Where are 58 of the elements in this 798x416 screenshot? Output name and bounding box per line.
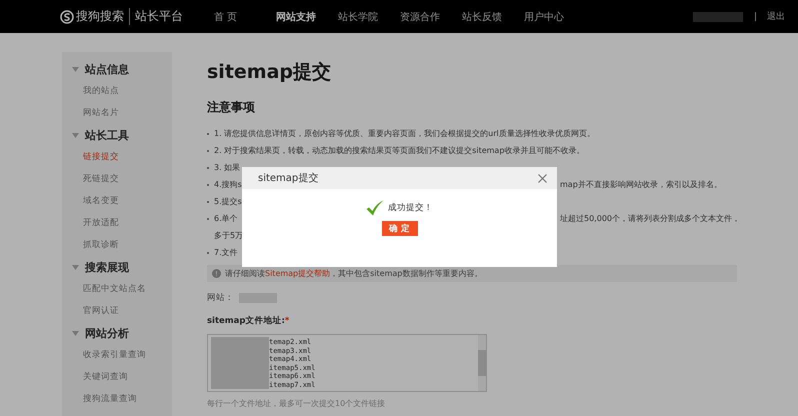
sidebar-group-title[interactable]: 站长工具 [85, 128, 129, 142]
note-text: 6.单个 [214, 213, 238, 224]
info-icon [212, 269, 221, 278]
sidebar-item[interactable]: 匹配中文站点名 [62, 278, 172, 300]
nav-tab[interactable]: 用户中心 [524, 10, 586, 24]
note-text: 1. 请您提供信息详情页，原创内容等优质、重要内容页面，我们会根据提交的url质量选择性收录优质网页。 [214, 128, 595, 139]
sidebar-group-title[interactable]: 站点信息 [85, 62, 129, 76]
sidebar-item[interactable]: 我的站点 [62, 80, 172, 102]
confirm-button[interactable]: 确 定 [382, 221, 418, 236]
notice-text: 请仔细阅读Sitemap提交帮助，其中包含sitemap数据制作等重要内容。 [225, 268, 482, 279]
required-mark: * [284, 316, 290, 326]
nav-tab[interactable]: 站长反馈 [462, 10, 524, 24]
page-title: sitemap提交 [207, 60, 332, 85]
platform-name: 站长平台 [129, 8, 183, 25]
nav-tab[interactable]: 网站支持 [276, 10, 338, 24]
nav-tab[interactable]: 资源合作 [400, 10, 462, 24]
dialog-title: sitemap提交 [258, 172, 318, 185]
sidebar-group-title[interactable]: 搜索展现 [85, 260, 129, 274]
note-text: 多于5万 [214, 230, 244, 242]
help-link[interactable]: Sitemap提交帮助 [265, 269, 330, 278]
checkmark-icon [366, 200, 384, 216]
separator: | [754, 12, 758, 22]
sidebar-item[interactable]: 链接提交 [62, 146, 172, 168]
nav-tab[interactable]: 站长学院 [338, 10, 400, 24]
logo-icon [60, 10, 74, 24]
caret-icon[interactable] [72, 330, 79, 336]
sidebar-item[interactable]: 关键词查询 [62, 366, 172, 388]
note-text: 5.提交s [214, 196, 242, 207]
note-text: map并不直接影响网站收录，索引以及排名。 [560, 179, 722, 190]
site-label: 网站： [207, 292, 234, 304]
dialog-message: 成功提交！ [388, 202, 433, 214]
note-text: 4.搜狗s [214, 179, 242, 190]
nav-tab[interactable]: 首 页 [214, 10, 276, 24]
sitemap-label: sitemap文件地址: [207, 316, 285, 326]
sidebar-item[interactable]: 域名变更 [62, 190, 172, 212]
caret-icon[interactable] [72, 264, 79, 270]
sidebar-item[interactable]: 死链提交 [62, 168, 172, 190]
sidebar-item[interactable]: 网站名片 [62, 102, 172, 124]
caret-icon[interactable] [72, 66, 79, 72]
sidebar-item[interactable]: 官网认证 [62, 300, 172, 322]
notes-heading: 注意事项 [207, 99, 256, 116]
redacted-username [693, 12, 743, 22]
note-text: 7.文件 [214, 247, 238, 258]
close-icon[interactable] [538, 174, 547, 182]
caret-icon[interactable] [72, 132, 79, 138]
redacted-site [239, 293, 277, 303]
note-text: 2. 对于搜索结果页，转载，动态加载的搜索结果页等页面我们不建议提交sitemap收录并且可能不收录。 [214, 145, 584, 156]
note-text: 址超过50,000个，请将列表分割成多个文本文件， [560, 213, 740, 224]
logo-text[interactable]: 搜狗搜索 [76, 8, 124, 25]
sidebar-item[interactable]: 收录索引量查询 [62, 344, 172, 366]
sidebar-item[interactable]: 搜狗流量查询 [62, 388, 172, 410]
scrollbar[interactable] [478, 335, 486, 391]
logout-link[interactable]: 退出 [767, 10, 786, 23]
redacted-urls [211, 337, 269, 389]
sidebar-group-title[interactable]: 网站分析 [85, 326, 129, 340]
sidebar-item[interactable]: 开放适配 [62, 212, 172, 234]
sidebar-item[interactable]: 抓取诊断 [62, 234, 172, 256]
note-text: 3. 如果 [214, 162, 240, 173]
